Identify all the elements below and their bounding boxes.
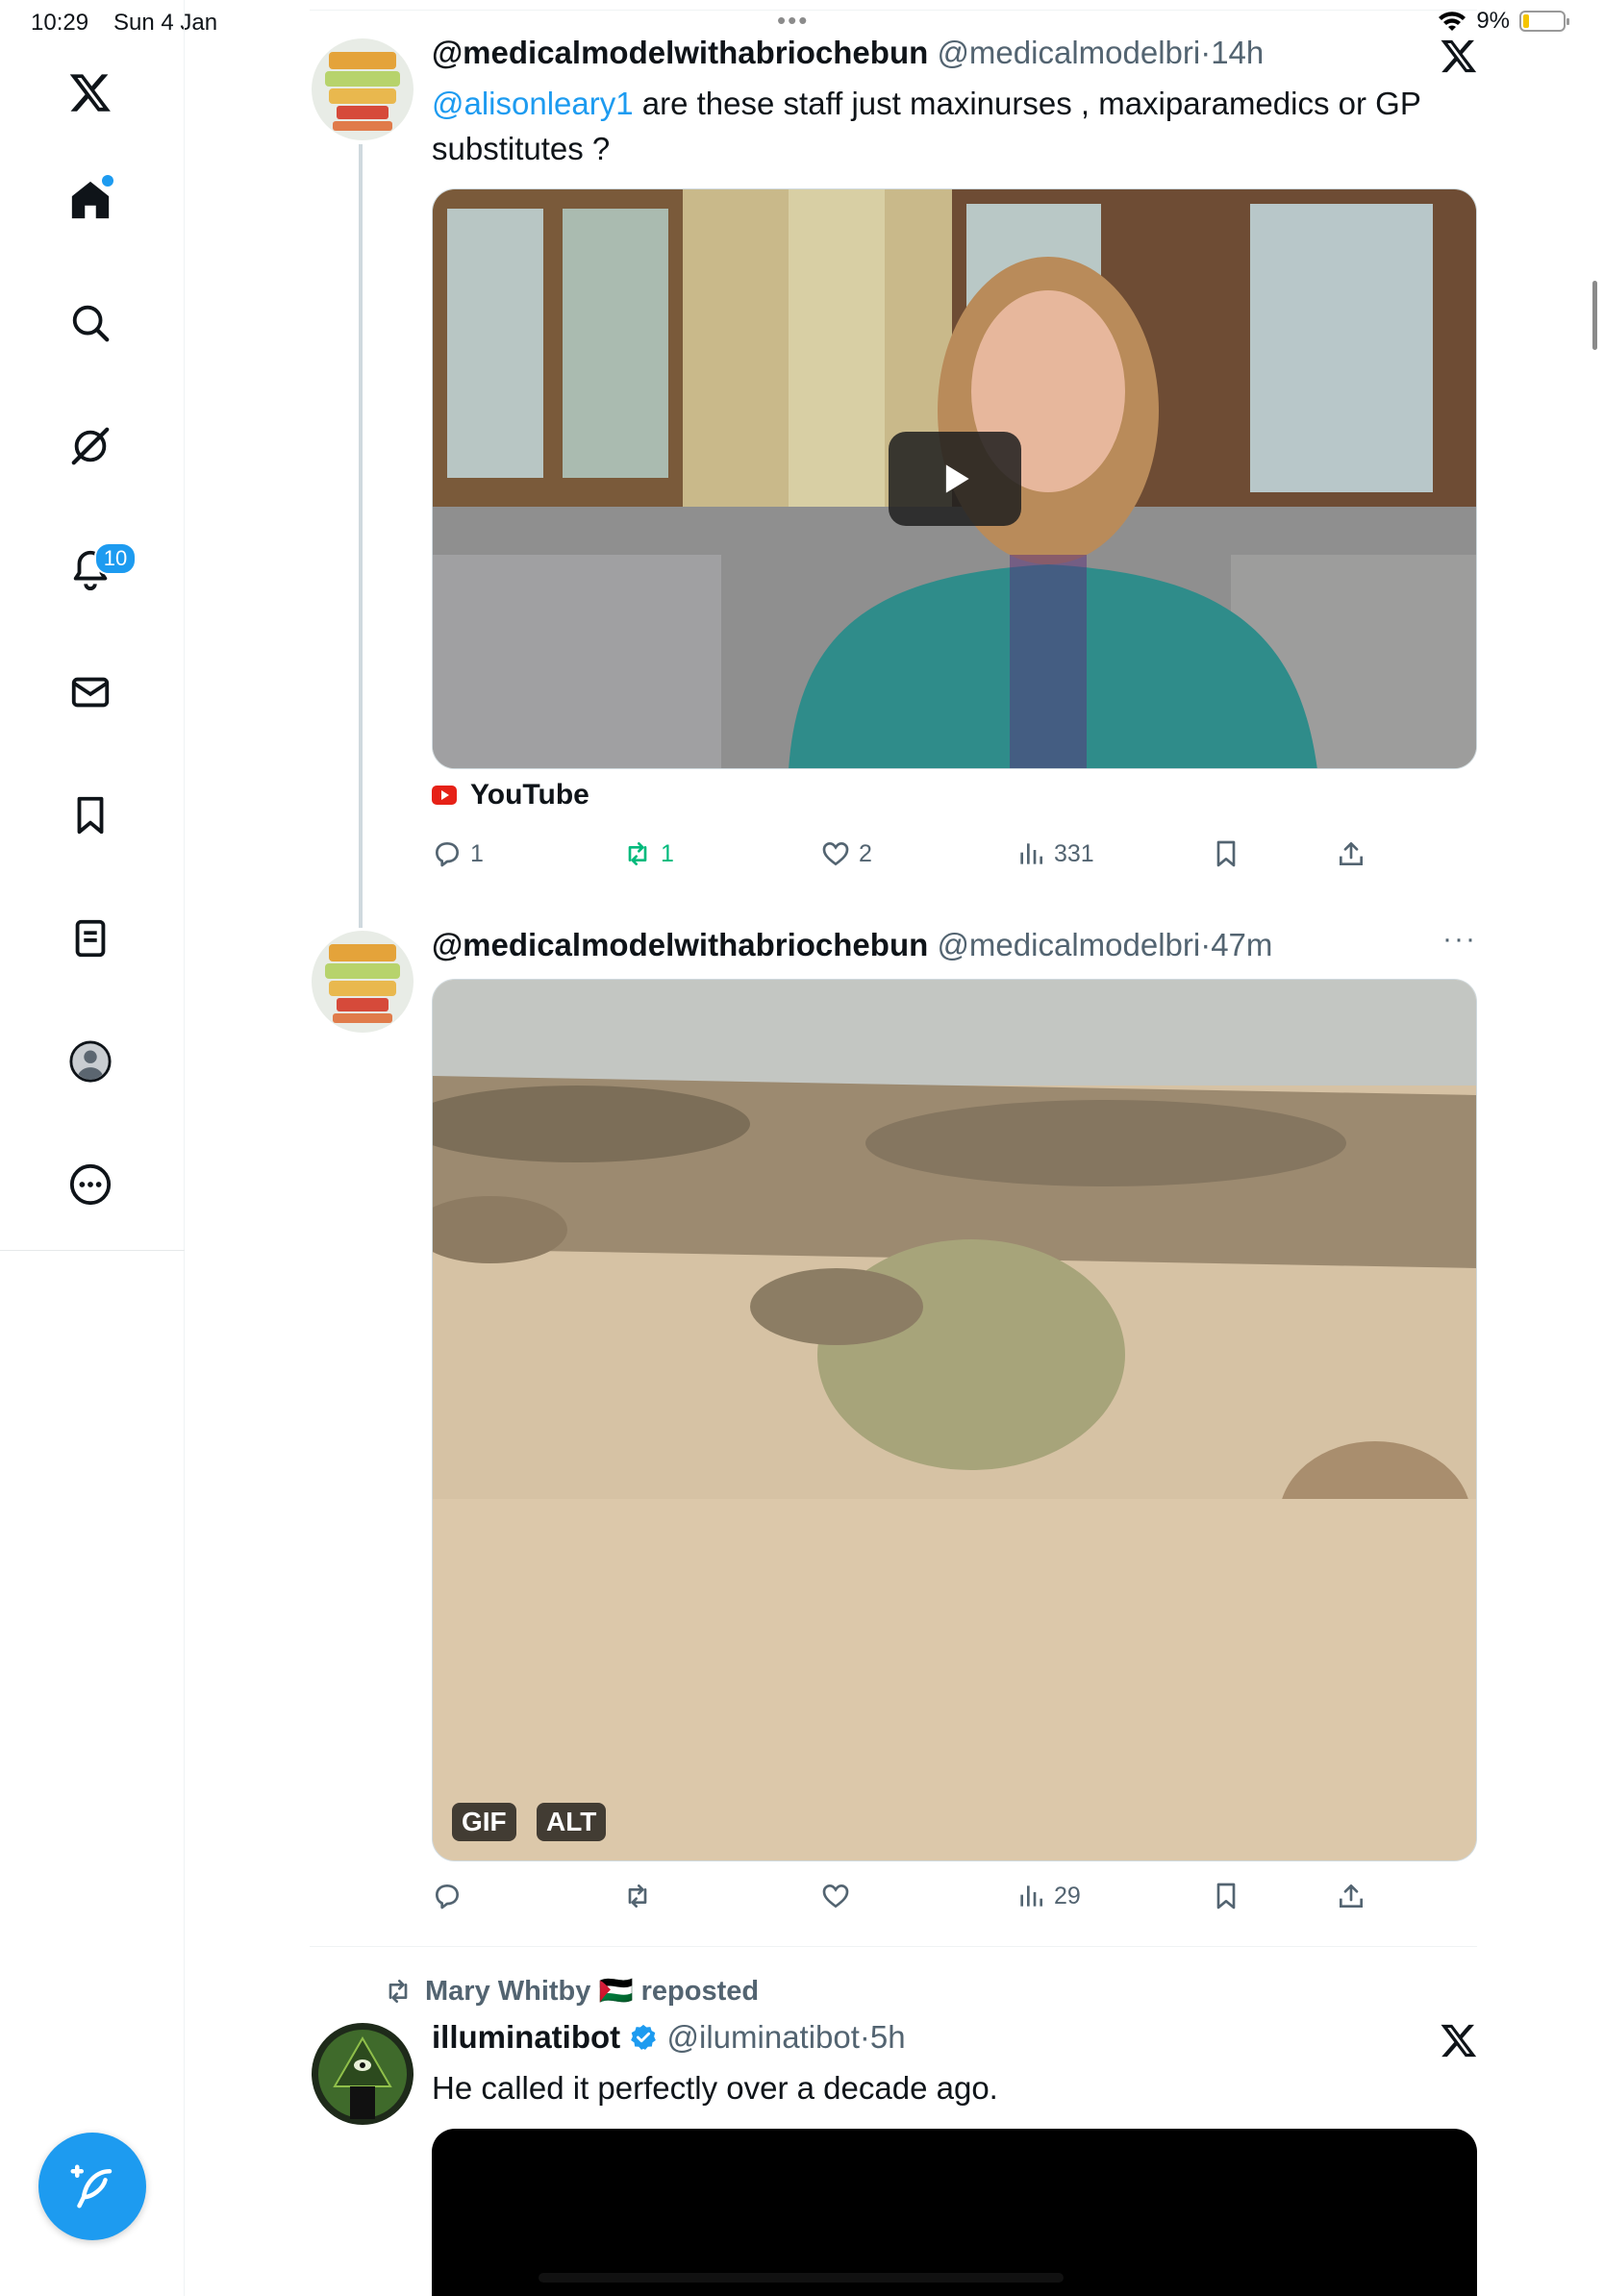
home-unread-dot: [102, 175, 113, 187]
tweet-header: illuminatibot @iluminatibot·5h: [432, 2019, 906, 2056]
repost-context-label: Mary Whitby 🇵🇸 reposted: [425, 1976, 760, 2007]
messages-envelope-icon[interactable]: [60, 661, 121, 723]
scroll-indicator[interactable]: [1592, 281, 1597, 350]
views-count: 29: [1054, 1882, 1081, 1909]
tweet-divider: [310, 1946, 1477, 1947]
repost-button[interactable]: 1: [622, 838, 674, 869]
battery-percent: 9%: [1476, 8, 1510, 34]
heart-icon: [822, 841, 849, 866]
battery-icon: [1519, 11, 1569, 32]
thread-line: [359, 144, 363, 928]
share-button[interactable]: [1336, 1881, 1366, 1911]
play-button[interactable]: [889, 432, 1021, 526]
author-handle[interactable]: @medicalmodelbri: [937, 927, 1200, 962]
wifi-icon: [1439, 12, 1466, 31]
tweet-actions: 1 1 2 331: [432, 838, 1393, 877]
tweet-time[interactable]: 47m: [1211, 927, 1272, 962]
grok-x-logo-icon[interactable]: [1440, 2021, 1478, 2059]
bookmark-icon: [1216, 840, 1236, 867]
views-count: 331: [1054, 839, 1094, 867]
like-count: 2: [859, 839, 872, 867]
tweet-header: @medicalmodelwithabriochebun @medicalmod…: [432, 927, 1272, 963]
share-button[interactable]: [1336, 838, 1366, 869]
tweet-text: He called it perfectly over a decade ago…: [432, 2070, 998, 2106]
status-right: 9%: [1438, 8, 1569, 35]
like-button[interactable]: 2: [820, 838, 872, 869]
repost-icon: [628, 842, 647, 865]
views-chart-icon: [1020, 843, 1042, 864]
author-name[interactable]: @medicalmodelwithabriochebun: [432, 927, 928, 962]
separator-dot: ·: [1200, 35, 1212, 70]
reply-button[interactable]: [432, 1881, 463, 1911]
mention-link[interactable]: @alisonleary1: [432, 86, 634, 121]
link-source[interactable]: YouTube: [432, 779, 589, 811]
share-icon: [1340, 842, 1363, 865]
home-indicator[interactable]: [539, 2273, 1064, 2283]
repost-context[interactable]: Mary Whitby 🇵🇸 reposted: [383, 1975, 759, 2008]
tweet-avatar[interactable]: [312, 2023, 414, 2125]
views-button[interactable]: 331: [1015, 838, 1094, 869]
tweet-text: @alisonleary1 are these staff just maxin…: [432, 81, 1470, 171]
author-handle[interactable]: @iluminatibot: [667, 2019, 860, 2055]
separator-dot: ·: [1200, 927, 1212, 962]
reply-count: 1: [470, 839, 484, 867]
author-name[interactable]: illuminatibot: [432, 2019, 620, 2055]
notifications-badge: 10: [94, 542, 137, 575]
sidebar-divider: [0, 1250, 185, 1251]
author-name[interactable]: @medicalmodelwithabriochebun: [432, 35, 928, 70]
tweet-header: @medicalmodelwithabriochebun @medicalmod…: [432, 35, 1264, 71]
separator-dot: ·: [859, 2019, 870, 2055]
grok-icon[interactable]: [60, 415, 121, 477]
gif-media[interactable]: GIF ALT: [432, 979, 1477, 1861]
bookmark-icon: [1216, 1883, 1236, 1909]
lists-icon[interactable]: [60, 908, 121, 969]
repost-icon: [388, 1980, 408, 2003]
video-thumbnail[interactable]: [432, 188, 1477, 769]
tweet-actions: 29: [432, 1881, 1393, 1919]
alt-badge[interactable]: ALT: [537, 1803, 607, 1841]
bookmark-button[interactable]: [1211, 838, 1241, 869]
search-icon[interactable]: [60, 292, 121, 354]
more-circle-icon[interactable]: [60, 1154, 121, 1215]
verified-badge-icon: [631, 2024, 657, 2050]
reply-icon: [436, 842, 459, 867]
play-icon: [945, 464, 969, 493]
more-options-icon[interactable]: ···: [1442, 923, 1477, 956]
repost-icon: [628, 1884, 647, 1908]
tweet-avatar[interactable]: [312, 38, 414, 140]
tweet-time[interactable]: 14h: [1211, 35, 1264, 70]
repost-count: 1: [661, 839, 674, 867]
heart-icon: [822, 1884, 849, 1909]
reply-button[interactable]: 1: [432, 838, 484, 869]
bookmarks-icon[interactable]: [60, 785, 121, 846]
youtube-icon: [432, 786, 457, 805]
video-player[interactable]: [432, 2129, 1477, 2296]
like-button[interactable]: [820, 1881, 851, 1911]
bookmark-button[interactable]: [1211, 1881, 1241, 1911]
reply-icon: [436, 1884, 459, 1909]
profile-avatar-icon[interactable]: [60, 1031, 121, 1092]
repost-button[interactable]: [622, 1881, 653, 1911]
feed-top-border: [310, 10, 1477, 11]
share-icon: [1340, 1884, 1363, 1908]
views-chart-icon: [1020, 1885, 1042, 1907]
compose-feather-icon: [70, 2164, 113, 2209]
gif-scene: [433, 980, 1476, 1860]
author-handle[interactable]: @medicalmodelbri: [937, 35, 1200, 70]
gif-badge: GIF: [452, 1803, 516, 1841]
link-source-label: YouTube: [470, 779, 589, 811]
grok-x-logo-icon[interactable]: [1440, 37, 1478, 75]
tweet-time[interactable]: 5h: [870, 2019, 906, 2055]
compose-button[interactable]: [38, 2133, 146, 2240]
tweet-avatar[interactable]: [312, 931, 414, 1033]
sidebar: 10: [0, 0, 185, 2296]
views-button[interactable]: 29: [1015, 1881, 1081, 1911]
x-logo-icon[interactable]: [60, 62, 121, 123]
